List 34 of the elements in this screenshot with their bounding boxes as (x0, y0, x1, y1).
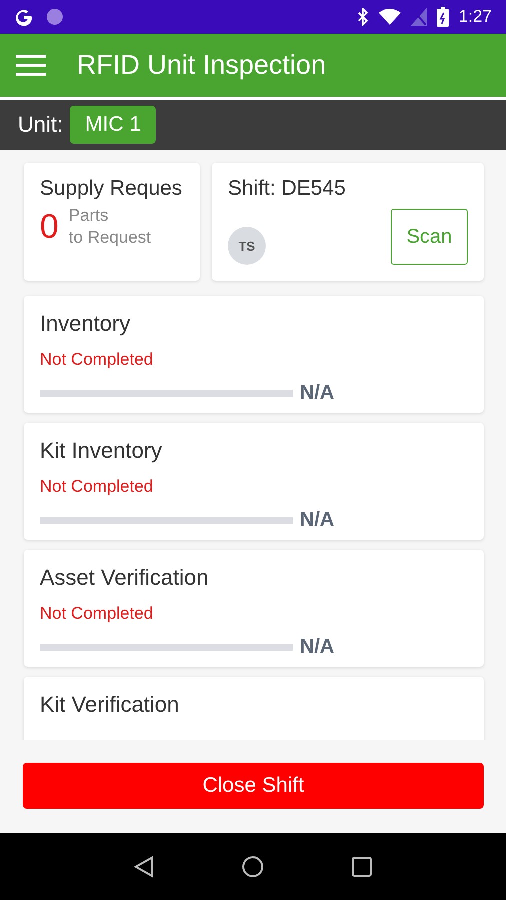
back-icon[interactable] (134, 856, 154, 878)
home-icon[interactable] (242, 856, 264, 878)
parts-caption: to Request (68, 227, 152, 249)
clock-time: 1:27 (458, 7, 492, 27)
menu-icon[interactable] (16, 54, 46, 76)
close-shift-button[interactable]: Close Shift (23, 763, 484, 809)
wifi-icon (378, 9, 401, 25)
progress-reading: N/A (300, 636, 334, 659)
parts-count: 0 (40, 208, 59, 246)
task-title: Kit Inventory (40, 438, 164, 464)
card-title: Supply Reques (40, 177, 184, 201)
task-status: Not Completed (40, 350, 154, 370)
shift-title: Shift: DE545 (228, 177, 347, 201)
task-title: Asset Verification (40, 565, 210, 591)
circle-icon (46, 8, 64, 26)
bluetooth-icon (356, 8, 369, 26)
task-status: Not Completed (40, 604, 154, 624)
progress-reading: N/A (300, 382, 334, 405)
initials-avatar: TS (228, 227, 266, 265)
unit-label: Unit: (18, 112, 64, 138)
progress-reading: N/A (300, 509, 334, 532)
task-card[interactable]: Kit Verification (24, 677, 484, 740)
recents-icon[interactable] (352, 856, 372, 876)
task-title: Kit Verification (40, 692, 180, 718)
battery-icon (436, 7, 449, 27)
task-status: Not Completed (40, 477, 154, 497)
task-card[interactable]: Asset Verification Not Completed N/A (24, 550, 484, 667)
task-card[interactable]: Kit Inventory Not Completed N/A (24, 423, 484, 540)
google-icon (14, 7, 34, 27)
task-title: Inventory (40, 311, 132, 337)
signal-icon (410, 8, 427, 26)
app-title: RFID Unit Inspection (77, 50, 326, 81)
task-card[interactable]: Inventory Not Completed N/A (24, 296, 484, 413)
parts-caption: Parts (68, 205, 110, 227)
